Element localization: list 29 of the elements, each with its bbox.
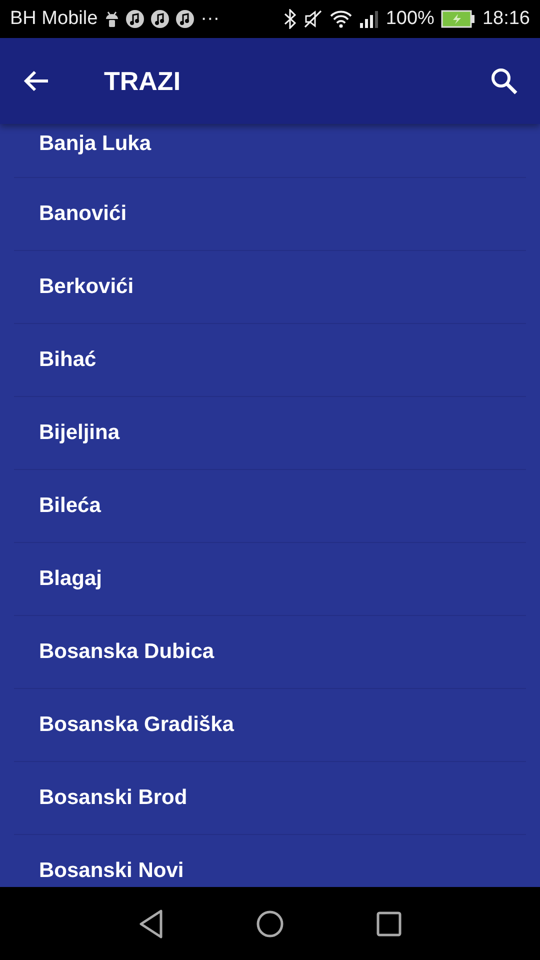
battery-percent: 100%	[386, 8, 434, 30]
muted-speaker-icon	[302, 9, 323, 29]
city-list-item[interactable]: Bosanski Brod	[14, 762, 526, 835]
signal-icon	[358, 10, 379, 28]
bluetooth-icon	[284, 9, 296, 29]
city-list-item[interactable]: Bosanska Gradiška	[14, 689, 526, 762]
wifi-icon	[330, 10, 352, 28]
more-notifications-text: ···	[200, 8, 220, 30]
music-note-icon	[126, 10, 144, 28]
screen-title: TRAZI	[104, 66, 181, 96]
search-icon	[490, 67, 518, 95]
android-icon	[104, 10, 119, 28]
back-icon[interactable]	[138, 908, 164, 938]
carrier-name: BH Mobile	[10, 8, 98, 30]
city-list-item[interactable]: Bihać	[14, 324, 526, 397]
city-list-item[interactable]: Bileća	[14, 470, 526, 543]
city-list-item[interactable]: Berkovići	[14, 251, 526, 324]
city-list-item[interactable]: Banovići	[14, 178, 526, 251]
city-list-item[interactable]: Bosanska Dubica	[14, 616, 526, 689]
city-list-item[interactable]: Bijeljina	[14, 397, 526, 470]
recent-apps-icon[interactable]	[376, 910, 402, 936]
music-note-icon	[176, 10, 194, 28]
city-list-item[interactable]: Banja Luka	[14, 124, 526, 178]
city-list-item[interactable]: Blagaj	[14, 543, 526, 616]
clock-time: 18:16	[482, 8, 530, 30]
music-note-icon	[150, 10, 169, 28]
battery-icon	[441, 10, 476, 28]
back-arrow-icon	[24, 70, 50, 92]
home-icon[interactable]	[256, 910, 284, 938]
